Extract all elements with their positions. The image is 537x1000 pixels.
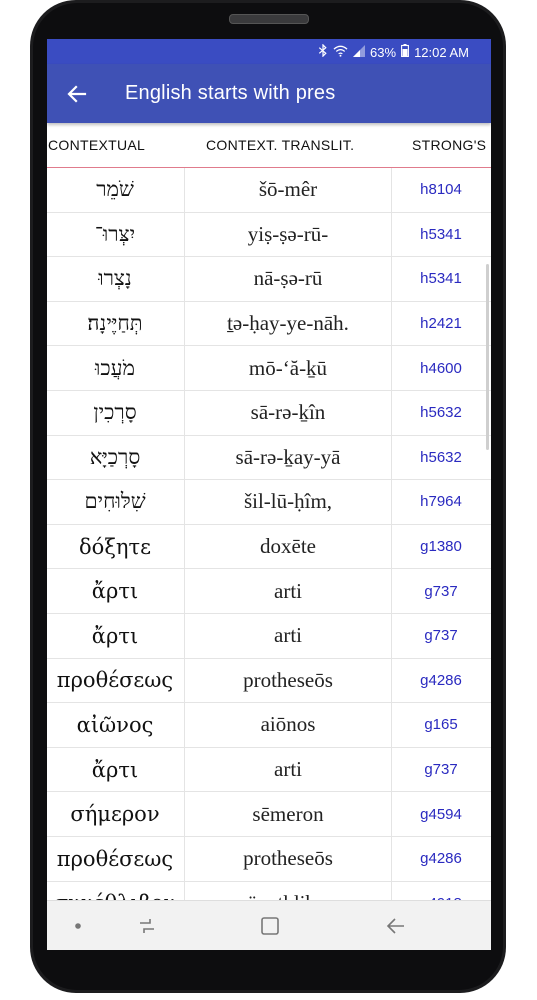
strongs-number-link[interactable]: g737 bbox=[391, 569, 491, 613]
table-row[interactable]: προθέσεως protheseōs g4286 bbox=[47, 658, 491, 704]
table-row[interactable]: αἰῶνος aiōnos g165 bbox=[47, 703, 491, 748]
transliteration: sēmeron bbox=[184, 792, 392, 836]
contextual-word: נָצְרוּ bbox=[98, 266, 132, 291]
table-row[interactable]: תְּחַיֶּינָה׃ ṯə-ḥay-ye-nāh. h2421 bbox=[47, 301, 491, 347]
strongs-number-link[interactable]: h5341 bbox=[391, 257, 491, 301]
table-row[interactable]: סָרְכִין sā-rə-ḵîn h5632 bbox=[47, 390, 491, 436]
transliteration: šō-mêr bbox=[184, 168, 392, 212]
transliteration: arti bbox=[184, 613, 392, 658]
transliteration: sā-rə-ḵîn bbox=[184, 390, 392, 435]
screen: 63% 12:02 AM English starts with pres CO… bbox=[47, 39, 491, 950]
page-title: English starts with pres bbox=[125, 82, 336, 104]
contextual-word: שֹׁמֵר bbox=[96, 177, 134, 202]
scrollbar[interactable] bbox=[486, 264, 489, 450]
strongs-number-link[interactable]: h5632 bbox=[391, 391, 491, 435]
strongs-number-link[interactable]: g1380 bbox=[391, 525, 491, 569]
strongs-number-link[interactable]: g4286 bbox=[391, 659, 491, 703]
square-icon[interactable] bbox=[258, 914, 282, 938]
transliteration: sā-rə-ḵay-yā bbox=[184, 435, 392, 480]
contextual-word: προθέσεως bbox=[56, 846, 174, 871]
strongs-number-link[interactable]: g165 bbox=[391, 703, 491, 747]
contextual-word: δόξητε bbox=[79, 534, 151, 559]
contextual-word: αἰῶνος bbox=[76, 712, 154, 737]
table-row[interactable]: ἄρτι arti g737 bbox=[47, 569, 491, 614]
transliteration: šil-lū-ḥîm, bbox=[184, 480, 392, 524]
contextual-word: סָרְכִין bbox=[93, 400, 137, 425]
battery-icon bbox=[401, 44, 410, 60]
back-arrow-icon[interactable] bbox=[384, 914, 408, 938]
system-nav-bar bbox=[47, 900, 491, 950]
table-row[interactable]: נָצְרוּ nā-ṣə-rū h5341 bbox=[47, 257, 491, 302]
contextual-word: σήμερον bbox=[70, 802, 160, 827]
contextual-word: מֹעֲכוּ bbox=[95, 355, 135, 380]
table-row[interactable]: προθέσεως protheseōs g4286 bbox=[47, 836, 491, 882]
table-row[interactable]: ἄρτι arti g737 bbox=[47, 613, 491, 659]
transliteration: protheseōs bbox=[184, 836, 392, 881]
arrow-left-icon[interactable] bbox=[65, 82, 89, 106]
column-header-strongs[interactable]: STRONG'S bbox=[412, 137, 486, 153]
table-row[interactable]: σήμερον sēmeron g4594 bbox=[47, 792, 491, 837]
status-bar: 63% 12:02 AM bbox=[47, 39, 491, 64]
transliteration: nā-ṣə-rū bbox=[184, 257, 392, 301]
column-header-translit[interactable]: CONTEXT. TRANSLIT. bbox=[206, 137, 354, 153]
app-bar: English starts with pres bbox=[47, 64, 491, 123]
column-header-contextual[interactable]: CONTEXTUAL bbox=[48, 137, 145, 153]
contextual-word: תְּחַיֶּינָה׃ bbox=[87, 311, 143, 336]
clock: 12:02 AM bbox=[414, 44, 469, 60]
transliteration: mō-‘ă-ḵū bbox=[184, 346, 392, 390]
strongs-number-link[interactable]: h5632 bbox=[391, 436, 491, 480]
signal-icon bbox=[353, 44, 366, 60]
transliteration: protheseōs bbox=[184, 658, 392, 703]
strongs-number-link[interactable]: g737 bbox=[391, 614, 491, 658]
recents-icon[interactable] bbox=[135, 914, 159, 938]
strongs-number-link[interactable]: h5341 bbox=[391, 213, 491, 257]
transliteration: ṯə-ḥay-ye-nāh. bbox=[184, 301, 392, 346]
transliteration: aiōnos bbox=[184, 703, 392, 747]
transliteration: arti bbox=[184, 569, 392, 613]
contextual-word: סָרְכַיָּא bbox=[89, 444, 141, 469]
table-row[interactable]: סָרְכַיָּא sā-rə-ḵay-yā h5632 bbox=[47, 435, 491, 481]
table-row[interactable]: δόξητε doxēte g1380 bbox=[47, 524, 491, 570]
battery-level: 63% bbox=[370, 44, 397, 60]
results-table: שֹׁמֵר šō-mêr h8104 יִצְּרוּ־ yiṣ-ṣə-rū-h534… bbox=[47, 168, 491, 927]
earpiece-speaker bbox=[229, 14, 309, 24]
wifi-icon bbox=[333, 45, 348, 60]
bluetooth-icon bbox=[318, 43, 328, 60]
strongs-number-link[interactable]: h4600 bbox=[391, 346, 491, 390]
dot-icon[interactable] bbox=[66, 914, 90, 938]
contextual-word: προθέσεως bbox=[56, 668, 174, 693]
strongs-number-link[interactable]: g4286 bbox=[391, 837, 491, 881]
strongs-number-link[interactable]: g4594 bbox=[391, 792, 491, 836]
strongs-number-link[interactable]: h8104 bbox=[391, 168, 491, 212]
contextual-word: ἄρτι bbox=[91, 579, 139, 604]
table-row[interactable]: שֹׁמֵר šō-mêr h8104 bbox=[47, 168, 491, 213]
table-row[interactable]: מֹעֲכוּ mō-‘ă-ḵū h4600 bbox=[47, 346, 491, 391]
strongs-number-link[interactable]: g737 bbox=[391, 748, 491, 792]
transliteration: yiṣ-ṣə-rū- bbox=[184, 212, 392, 257]
table-row[interactable]: שִׁלּוּחִים šil-lū-ḥîm, h7964 bbox=[47, 480, 491, 525]
strongs-number-link[interactable]: h2421 bbox=[391, 302, 491, 346]
table-header: CONTEXTUAL CONTEXT. TRANSLIT. STRONG'S bbox=[47, 123, 491, 168]
contextual-word: ἄρτι bbox=[91, 757, 139, 782]
table-row[interactable]: יִצְּרוּ־ yiṣ-ṣə-rū-h5341 bbox=[47, 212, 491, 258]
contextual-word: שִׁלּוּחִים bbox=[84, 489, 146, 514]
contextual-word: יִצְּרוּ־ bbox=[94, 221, 136, 246]
table-row[interactable]: ἄρτι arti g737 bbox=[47, 747, 491, 793]
strongs-number-link[interactable]: h7964 bbox=[391, 480, 491, 524]
transliteration: doxēte bbox=[184, 524, 392, 569]
contextual-word: ἄρτι bbox=[91, 623, 139, 648]
transliteration: arti bbox=[184, 747, 392, 792]
